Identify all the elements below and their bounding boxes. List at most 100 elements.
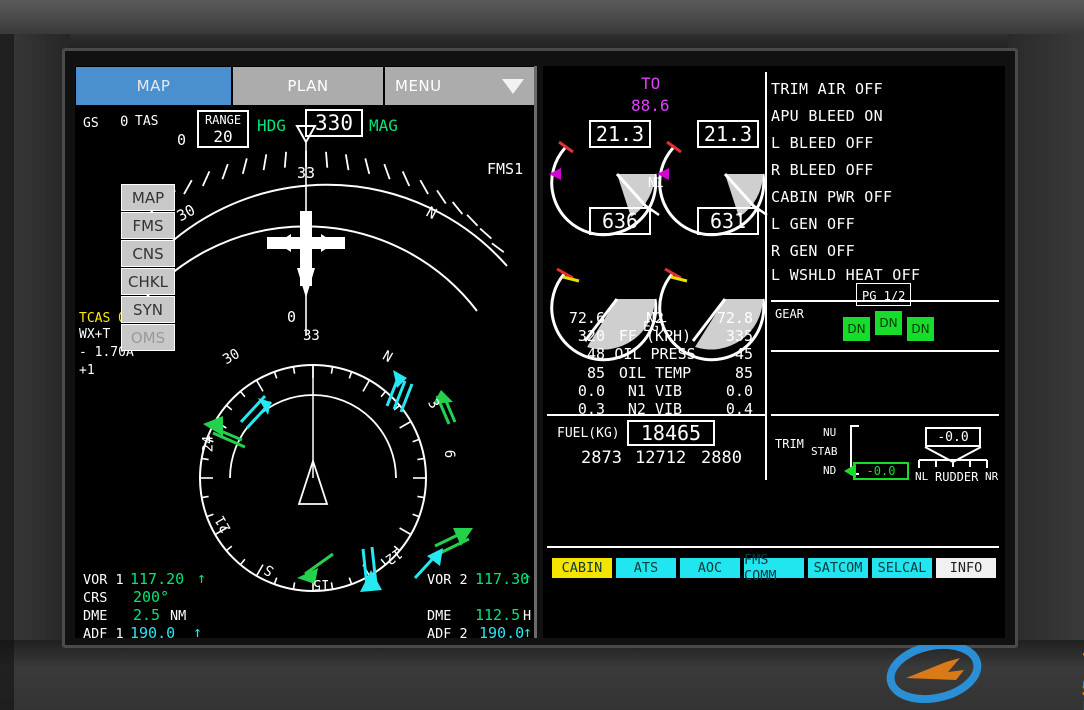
adf1-arrow-icon: ↑ bbox=[193, 623, 203, 638]
fn-key-cabin-label: CABIN bbox=[561, 560, 603, 576]
fn-key-satcom[interactable]: SATCOM bbox=[807, 557, 869, 579]
adf2-label: ADF 2 bbox=[427, 626, 468, 638]
status-line-l-bleed: L BLEED OFF bbox=[771, 134, 874, 152]
menu-item-syn-label: SYN bbox=[133, 300, 163, 319]
navigation-display: MAP PLAN MENU GS 0 TAS 0 RANGE 20 HDG 33… bbox=[75, 66, 537, 638]
gear-indicator-nose: DN bbox=[875, 311, 902, 335]
fuel-label: FUEL(KG) bbox=[557, 426, 620, 441]
n1vib-right: 0.0 bbox=[725, 381, 753, 400]
n2-left: 72.6 bbox=[568, 309, 605, 327]
rudder-label: RUDDER bbox=[935, 470, 979, 484]
tab-plan[interactable]: PLAN bbox=[232, 66, 384, 106]
vor1-value: 117.20 bbox=[130, 570, 185, 588]
vor2-arrow-icon: ↑ bbox=[523, 569, 533, 587]
compass-outer-label-33: 33 bbox=[297, 164, 316, 182]
menu-item-map[interactable]: MAP bbox=[121, 184, 175, 211]
display-tab-bar: MAP PLAN MENU bbox=[75, 66, 534, 106]
fuel-tank-right: 2880 bbox=[701, 448, 742, 468]
oiltemp-left: 85 bbox=[586, 363, 605, 382]
fn-key-selcal-label: SELCAL bbox=[877, 560, 927, 576]
menu-item-oms-label: OMS bbox=[130, 328, 166, 347]
tab-menu-label: MENU bbox=[395, 77, 442, 95]
eicas-canvas: TO 88.6 21.3 21.3 N1 636 631 EGT 72.6 N2… bbox=[543, 66, 1005, 638]
fn-key-ats[interactable]: ATS bbox=[615, 557, 677, 579]
oiltemp-right: 85 bbox=[734, 363, 753, 382]
dme2-unit: H bbox=[523, 608, 532, 624]
n1-right-readout: 21.3 bbox=[697, 120, 759, 148]
tab-menu[interactable]: MENU bbox=[384, 66, 534, 106]
ff-name: FF (KPH) bbox=[618, 327, 692, 346]
tab-map[interactable]: MAP bbox=[75, 66, 232, 106]
fuel-tank-center: 12712 bbox=[635, 448, 687, 468]
stab-trim-value: -0.0 bbox=[866, 464, 896, 478]
range-value: 20 bbox=[213, 127, 233, 146]
stab-nose-down-label: ND bbox=[823, 464, 837, 477]
fn-key-ats-label: ATS bbox=[633, 560, 659, 576]
gear-label: GEAR bbox=[775, 307, 804, 321]
heading-value-box[interactable]: 330 bbox=[305, 109, 363, 137]
status-line-trim-air: TRIM AIR OFF bbox=[771, 80, 883, 98]
table-row: 0.3 N2 VIB 0.4 bbox=[555, 401, 755, 417]
fn-key-info-label: INFO bbox=[949, 560, 983, 576]
status-line-r-bleed: R BLEED OFF bbox=[771, 161, 874, 179]
adf2-value: 190.0 bbox=[479, 624, 525, 638]
dme1-unit: NM bbox=[170, 608, 187, 624]
table-row: 320 FF (KPH) 335 bbox=[555, 328, 755, 344]
tas-label: TAS bbox=[135, 114, 159, 129]
egt-left-readout: 636 bbox=[589, 207, 651, 235]
page-indicator[interactable]: PG 1/2 bbox=[856, 283, 912, 306]
ff-right: 335 bbox=[725, 327, 753, 346]
gear-indicator-right: DN bbox=[907, 317, 934, 341]
magnetic-label: MAG bbox=[369, 116, 398, 135]
menu-item-chkl-label: CHKL bbox=[128, 272, 168, 291]
groundspeed-value: 0 bbox=[120, 114, 129, 130]
rudder-trim-readout: -0.0 bbox=[925, 427, 981, 447]
menu-item-syn[interactable]: SYN bbox=[121, 296, 175, 323]
rudder-left-label: NL bbox=[915, 470, 929, 483]
oilpress-name: OIL PRESS bbox=[614, 345, 696, 364]
fn-key-aoc-label: AOC bbox=[697, 560, 723, 576]
groundspeed-label: GS bbox=[83, 116, 99, 131]
stab-trim-arrow-icon bbox=[844, 464, 856, 478]
gear-right-state: DN bbox=[911, 322, 930, 336]
comm-function-key-bar: CABIN ATS AOC FMS COMM SATCOM SELCAL INF… bbox=[551, 552, 997, 584]
status-line-l-gen: L GEN OFF bbox=[771, 215, 855, 233]
menu-item-cns-label: CNS bbox=[132, 244, 164, 263]
stab-label: STAB bbox=[811, 445, 838, 458]
status-line-apu-bleed: APU BLEED ON bbox=[771, 107, 883, 125]
rose-label-33: 33 bbox=[303, 328, 320, 344]
fn-key-selcal[interactable]: SELCAL bbox=[871, 557, 933, 579]
n2vib-right: 0.4 bbox=[725, 400, 753, 419]
fn-key-aoc[interactable]: AOC bbox=[679, 557, 741, 579]
adf1-value: 190.0 bbox=[130, 624, 176, 638]
fuel-total-box: 18465 bbox=[627, 420, 715, 446]
thrust-mode-label: TO bbox=[641, 74, 661, 93]
n2vib-name: N2 VIB bbox=[627, 400, 683, 419]
menu-item-chkl[interactable]: CHKL bbox=[121, 268, 175, 295]
menu-dropdown-list[interactable]: MAP FMS CNS CHKL SYN OMS bbox=[121, 184, 175, 352]
range-selector[interactable]: RANGE 20 bbox=[197, 110, 249, 148]
oilpress-right: 45 bbox=[734, 345, 753, 364]
course-label: CRS bbox=[83, 590, 108, 606]
status-line-r-gen: R GEN OFF bbox=[771, 242, 855, 260]
status-line-l-wshld: L WSHLD HEAT OFF bbox=[771, 266, 921, 284]
n2-name: N2 bbox=[645, 309, 665, 327]
menu-item-cns[interactable]: CNS bbox=[121, 240, 175, 267]
tab-map-label: MAP bbox=[136, 77, 171, 95]
fn-key-info[interactable]: INFO bbox=[935, 557, 997, 579]
adf2-arrow-icon: ↑ bbox=[523, 623, 533, 638]
egt-right-readout: 631 bbox=[697, 207, 759, 235]
menu-item-fms[interactable]: FMS bbox=[121, 212, 175, 239]
thrust-limit-value: 88.6 bbox=[631, 96, 670, 115]
fn-key-satcom-label: SATCOM bbox=[813, 560, 863, 576]
table-row: 85 OIL TEMP 85 bbox=[555, 363, 755, 382]
table-row: 0.0 N1 VIB 0.0 bbox=[555, 383, 755, 399]
gear-left-state: DN bbox=[847, 322, 866, 336]
oiltemp-name: OIL TEMP bbox=[618, 363, 692, 382]
table-row: 48 OIL PRESS 45 bbox=[555, 346, 755, 362]
rose-label-24: 24 bbox=[200, 435, 217, 453]
altitude-offset: +1 bbox=[79, 363, 95, 378]
dme1-label: DME bbox=[83, 608, 108, 624]
fn-key-fms-comm[interactable]: FMS COMM bbox=[743, 552, 805, 584]
fn-key-cabin[interactable]: CABIN bbox=[551, 557, 613, 579]
